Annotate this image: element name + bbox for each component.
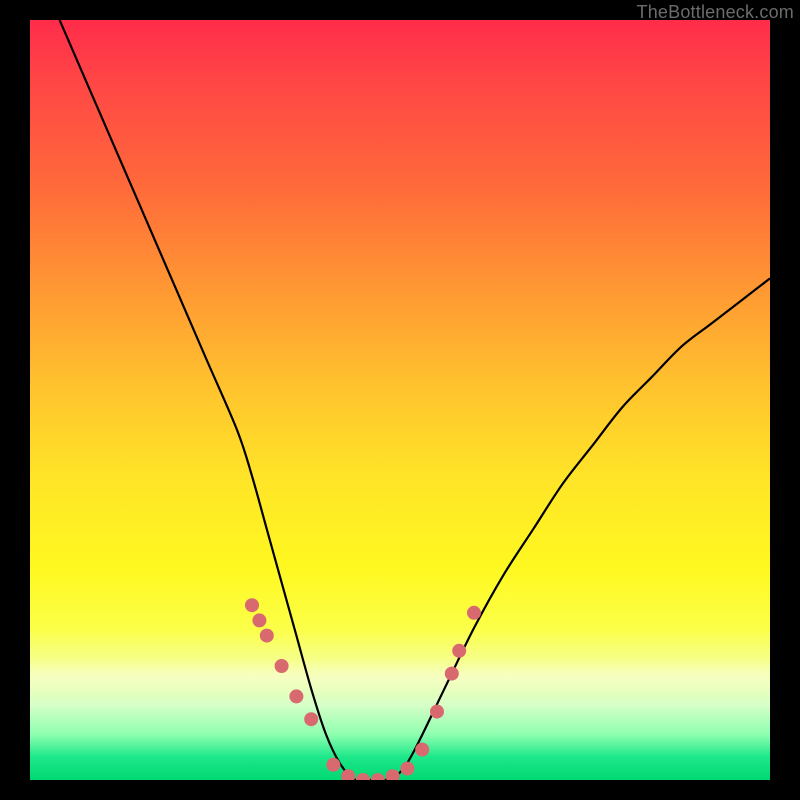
highlight-dot <box>371 773 385 780</box>
highlight-dot <box>356 773 370 780</box>
highlight-dot <box>415 743 429 757</box>
highlight-dot <box>341 769 355 780</box>
highlight-dot <box>326 758 340 772</box>
highlight-dot <box>289 689 303 703</box>
bottleneck-curve <box>60 20 770 780</box>
highlight-dot <box>467 606 481 620</box>
highlight-dot <box>275 659 289 673</box>
highlight-dot <box>445 667 459 681</box>
outer-frame: TheBottleneck.com <box>0 0 800 800</box>
highlight-dots <box>245 598 481 780</box>
highlight-dot <box>245 598 259 612</box>
highlight-dot <box>252 613 266 627</box>
plot-area <box>30 20 770 780</box>
highlight-dot <box>400 762 414 776</box>
highlight-dot <box>430 705 444 719</box>
highlight-dot <box>386 769 400 780</box>
chart-svg <box>30 20 770 780</box>
highlight-dot <box>260 629 274 643</box>
highlight-dot <box>452 644 466 658</box>
highlight-dot <box>304 712 318 726</box>
